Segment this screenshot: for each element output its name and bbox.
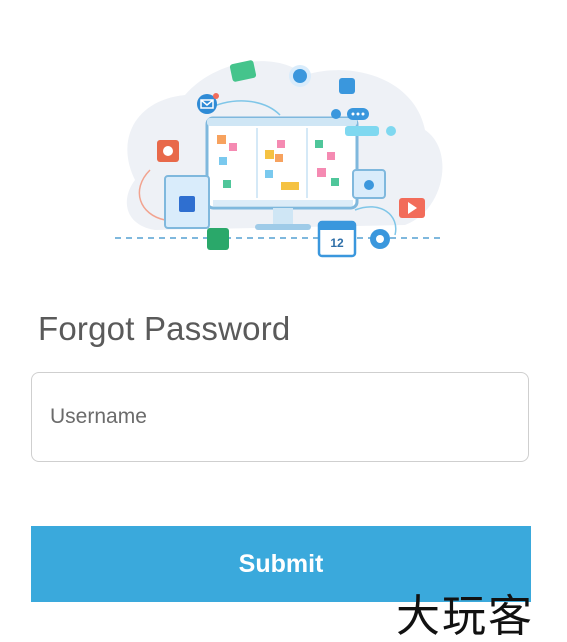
workspace-illustration: 12 <box>115 60 445 258</box>
calendar-day: 12 <box>330 236 344 250</box>
watermark-logo: 大玩客 <box>396 591 534 642</box>
username-field[interactable] <box>31 372 529 462</box>
forgot-password-screen: 12 Forgot Password Submit 大玩客 <box>0 0 567 642</box>
username-input[interactable] <box>50 373 510 461</box>
page-title: Forgot Password <box>38 310 291 347</box>
